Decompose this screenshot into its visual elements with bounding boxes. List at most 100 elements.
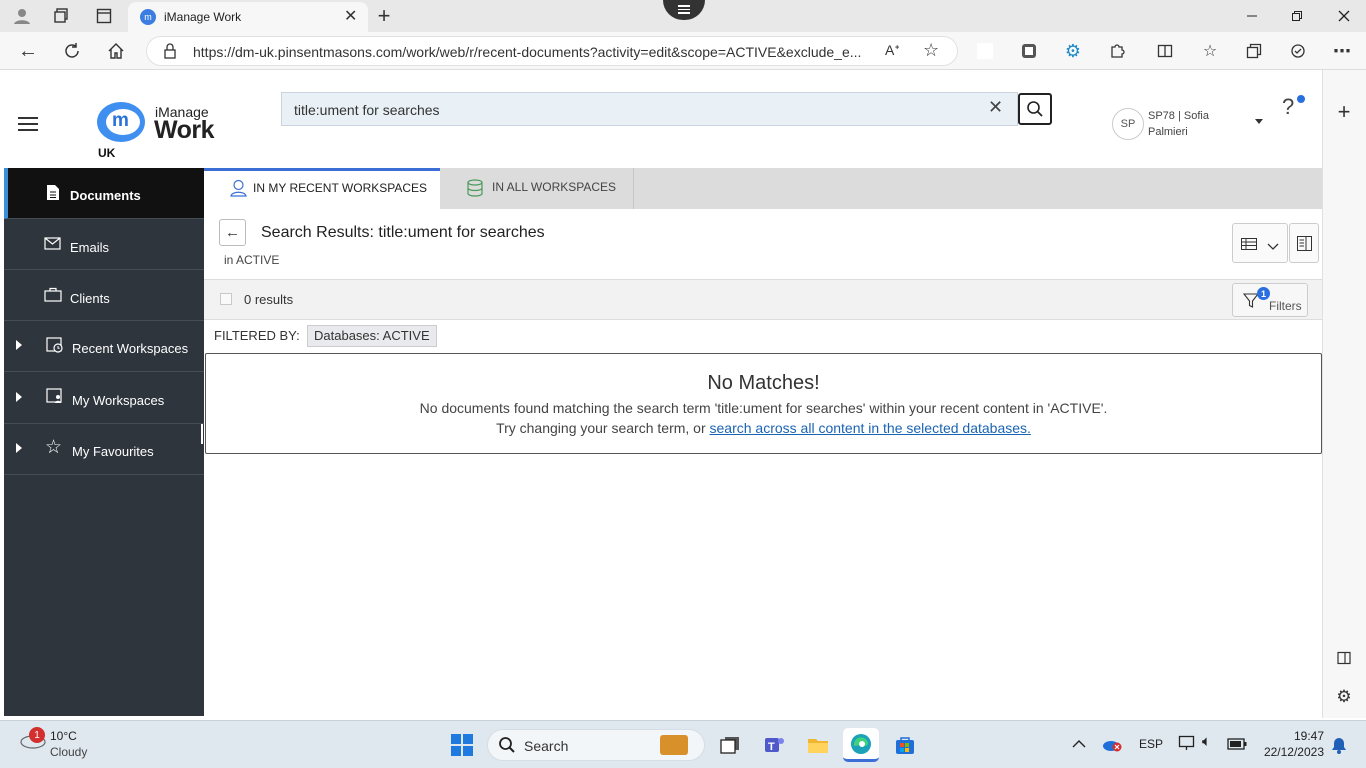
results-toolbar: 0 results 1 Filters xyxy=(204,279,1322,320)
battery-icon[interactable] xyxy=(1227,737,1247,755)
email-icon xyxy=(44,237,62,254)
profile-icon[interactable] xyxy=(8,2,36,30)
store-icon[interactable] xyxy=(887,728,923,762)
my-workspace-icon xyxy=(46,388,64,408)
nav-item-documents[interactable]: Documents xyxy=(4,168,204,219)
extension-icon[interactable] xyxy=(1015,37,1043,65)
onedrive-error-icon[interactable] xyxy=(1102,736,1122,757)
minimize-icon[interactable] xyxy=(1238,2,1266,30)
notification-bell-icon[interactable] xyxy=(1331,736,1347,759)
expand-arrow-icon[interactable] xyxy=(16,340,22,350)
sidebar-settings-icon[interactable]: ⚙ xyxy=(1330,683,1358,711)
close-window-icon[interactable] xyxy=(1330,2,1358,30)
user-menu-chevron-icon[interactable] xyxy=(1255,119,1263,124)
avatar[interactable]: SP xyxy=(1112,108,1144,140)
filters-label: Filters xyxy=(1269,299,1302,313)
nav-item-my-workspaces[interactable]: My Workspaces xyxy=(4,373,204,424)
tab-label-recent: IN MY RECENT WORKSPACES xyxy=(253,181,428,195)
tray-chevron-up-icon[interactable] xyxy=(1072,736,1086,752)
more-menu-icon[interactable]: ⋯ xyxy=(1328,37,1356,65)
table-view-icon xyxy=(1241,237,1257,255)
page-title: Search Results: title:ument for searches xyxy=(261,224,545,241)
search-button[interactable] xyxy=(1018,93,1052,125)
tab-all-workspaces[interactable]: IN ALL WORKSPACES xyxy=(440,168,634,209)
preview-pane-button[interactable] xyxy=(1289,223,1319,263)
filtered-by-label: FILTERED BY: xyxy=(214,328,300,343)
help-icon[interactable]: ? xyxy=(1282,94,1294,120)
nav-item-emails[interactable]: Emails xyxy=(4,219,204,270)
lock-icon[interactable] xyxy=(163,43,177,64)
edge-browser-icon[interactable] xyxy=(843,728,879,762)
hamburger-menu-icon[interactable] xyxy=(18,117,40,133)
volume-icon[interactable]: 🔈︎ xyxy=(1202,733,1211,750)
sidebar-panel-icon[interactable] xyxy=(1330,644,1358,672)
imanage-logo-icon[interactable]: m xyxy=(97,102,147,144)
search-all-content-link[interactable]: search across all content in the selecte… xyxy=(710,420,1031,436)
read-aloud-icon[interactable]: Aᐩ xyxy=(885,42,900,59)
search-input-value: title:ument for searches xyxy=(294,102,440,118)
weather-temp[interactable]: 10°C xyxy=(50,729,77,743)
favorites-icon[interactable]: ☆ xyxy=(1196,37,1224,65)
nav-label-emails: Emails xyxy=(70,240,110,255)
windows-start-icon[interactable] xyxy=(444,728,480,762)
user-name-line1[interactable]: SP78 | Sofia xyxy=(1148,110,1209,122)
window-handle[interactable] xyxy=(663,0,705,20)
settings-extension-icon[interactable]: ⚙ xyxy=(1059,37,1087,65)
clock-time[interactable]: 19:47 xyxy=(1284,729,1324,743)
nav-label-my-favourites: My Favourites xyxy=(72,444,154,459)
language-indicator[interactable]: ESP xyxy=(1139,737,1163,751)
split-screen-icon[interactable] xyxy=(1151,37,1179,65)
extensions-puzzle-icon[interactable] xyxy=(1103,37,1131,65)
region-label: UK xyxy=(98,146,116,160)
browser-titlebar: m iManage Work ✕ + xyxy=(0,0,1366,32)
select-all-checkbox[interactable] xyxy=(220,293,232,305)
refresh-icon[interactable] xyxy=(58,37,86,65)
nav-resize-handle[interactable] xyxy=(201,424,203,444)
tab-recent-workspaces[interactable]: IN MY RECENT WORKSPACES xyxy=(204,168,440,209)
view-mode-dropdown[interactable] xyxy=(1232,223,1288,263)
address-bar[interactable]: https://dm-uk.pinsentmasons.com/work/web… xyxy=(146,36,958,66)
restore-icon[interactable] xyxy=(1283,2,1311,30)
browser-tab-imanage[interactable]: m iManage Work ✕ xyxy=(128,2,368,32)
recent-workspace-icon xyxy=(46,337,64,357)
favorite-star-icon[interactable]: ☆ xyxy=(923,40,939,61)
clock-date[interactable]: 22/12/2023 xyxy=(1254,745,1324,759)
sidebar-add-icon[interactable]: + xyxy=(1330,98,1358,126)
performance-icon[interactable] xyxy=(1284,37,1312,65)
workspaces-icon[interactable] xyxy=(48,2,76,30)
imanage-favicon-icon: m xyxy=(140,9,156,25)
star-icon: ☆ xyxy=(45,437,63,458)
home-icon[interactable] xyxy=(102,37,130,65)
expand-arrow-icon[interactable] xyxy=(16,443,22,453)
collections-icon[interactable] xyxy=(1240,37,1268,65)
file-explorer-icon[interactable] xyxy=(800,728,836,762)
teams-icon[interactable]: T xyxy=(756,728,792,762)
weather-desc[interactable]: Cloudy xyxy=(50,745,87,759)
new-tab-icon[interactable]: + xyxy=(370,2,398,30)
expand-arrow-icon[interactable] xyxy=(16,392,22,402)
nav-item-recent-workspaces[interactable]: Recent Workspaces xyxy=(4,321,204,372)
nav-item-clients[interactable]: Clients xyxy=(4,270,204,321)
briefcase-icon xyxy=(44,287,62,305)
taskbar-search[interactable]: Search xyxy=(487,729,705,761)
clear-search-icon[interactable]: ✕ xyxy=(988,97,1003,118)
blank-extension-icon[interactable] xyxy=(971,37,999,65)
filter-chip-databases[interactable]: Databases: ACTIVE xyxy=(307,325,437,347)
tab-actions-icon[interactable] xyxy=(90,2,118,30)
network-icon[interactable] xyxy=(1178,734,1196,757)
taskbar-search-label: Search xyxy=(524,738,569,754)
user-icon xyxy=(230,179,247,200)
tab-label-all: IN ALL WORKSPACES xyxy=(492,180,617,194)
results-count: 0 results xyxy=(244,292,294,307)
back-icon[interactable]: ← xyxy=(14,37,42,65)
close-tab-icon[interactable]: ✕ xyxy=(344,6,357,26)
browser-sidebar: + ⚙ xyxy=(1322,70,1366,718)
back-button[interactable]: ← xyxy=(219,219,246,246)
user-name-line2[interactable]: Palmieri xyxy=(1148,126,1188,138)
logo-product-text: Work xyxy=(154,116,215,144)
global-search-input[interactable]: title:ument for searches ✕ xyxy=(281,92,1018,126)
browser-tab-title: iManage Work xyxy=(164,10,242,24)
filters-button[interactable]: 1 Filters xyxy=(1232,283,1308,317)
task-view-icon[interactable] xyxy=(712,728,748,762)
nav-item-my-favourites[interactable]: ☆ My Favourites xyxy=(4,424,204,475)
